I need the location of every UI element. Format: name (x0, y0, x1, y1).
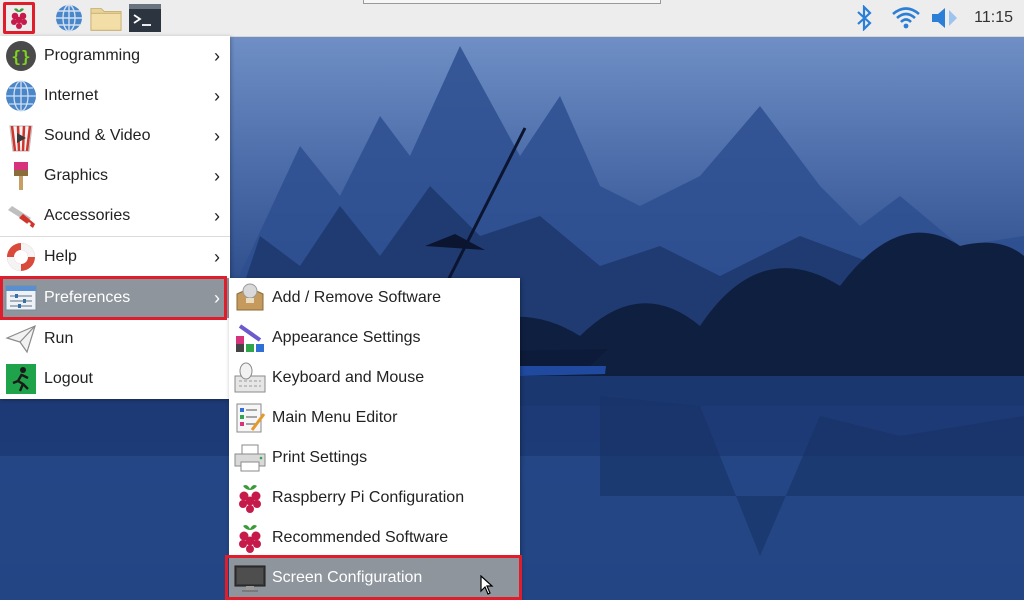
menu-editor-icon (236, 403, 266, 433)
submenu-item-appearance-settings[interactable]: Appearance Settings (229, 318, 520, 358)
graphics-brush-icon (14, 162, 28, 190)
bluetooth-icon (857, 5, 872, 31)
submenu-item-label: Add / Remove Software (272, 289, 441, 306)
run-paperplane-icon (5, 324, 36, 354)
menu-item-programming[interactable]: {} Programming › (0, 36, 230, 76)
menu-item-help[interactable]: Help › (0, 237, 230, 277)
submenu-item-label: Appearance Settings (272, 329, 421, 346)
submenu-item-screen-configuration[interactable]: Screen Configuration (229, 558, 520, 598)
terminal-button[interactable] (129, 2, 161, 34)
logout-exit-icon (6, 364, 36, 394)
svg-text:{}: {} (11, 47, 30, 66)
volume-icon (932, 8, 957, 28)
chevron-right-icon: › (214, 246, 220, 267)
submenu-item-main-menu-editor[interactable]: Main Menu Editor (229, 398, 520, 438)
submenu-item-label: Recommended Software (272, 529, 449, 546)
wifi-icon (892, 7, 920, 29)
taskbar-window-button[interactable] (363, 0, 661, 4)
submenu-item-label: Raspberry Pi Configuration (272, 489, 465, 506)
menu-item-label: Help (44, 248, 77, 265)
menu-item-label: Preferences (44, 289, 131, 306)
submenu-item-keyboard-and-mouse[interactable]: Keyboard and Mouse (229, 358, 520, 398)
menu-item-graphics[interactable]: Graphics › (0, 156, 230, 196)
menu-item-sound-video[interactable]: Sound & Video › (0, 116, 230, 156)
volume-button[interactable] (930, 0, 960, 36)
package-icon (236, 283, 264, 311)
web-browser-icon (56, 4, 82, 32)
menu-item-internet[interactable]: Internet › (0, 76, 230, 116)
preferences-icon (5, 285, 37, 311)
bluetooth-button[interactable] (853, 0, 875, 36)
file-manager-button[interactable] (90, 2, 122, 34)
raspberry-menu-button[interactable] (3, 2, 35, 34)
printer-icon (234, 444, 266, 472)
monitor-icon (234, 565, 266, 592)
menu-item-label: Run (44, 330, 74, 347)
internet-globe-icon (6, 80, 36, 112)
submenu-item-raspberry-pi-configuration[interactable]: Raspberry Pi Configuration (229, 478, 520, 518)
main-menu: {} Programming › Internet › Sound & Vide… (0, 36, 230, 399)
sound-video-icon (9, 125, 33, 152)
chevron-right-icon: › (214, 287, 220, 308)
chevron-right-icon: › (214, 85, 220, 106)
accessories-knife-icon (8, 206, 35, 228)
menu-item-preferences[interactable]: Preferences › (0, 278, 230, 318)
raspberry-menu-icon (11, 8, 27, 29)
menu-item-label: Internet (44, 87, 99, 104)
menu-item-run[interactable]: Run (0, 319, 230, 359)
wifi-button[interactable] (891, 0, 921, 36)
submenu-item-recommended-software[interactable]: Recommended Software (229, 518, 520, 558)
help-lifebuoy-icon (7, 243, 35, 271)
menu-item-label: Programming (44, 47, 141, 64)
submenu-item-label: Print Settings (272, 449, 368, 466)
menu-item-label: Accessories (44, 207, 131, 224)
menu-item-accessories[interactable]: Accessories › (0, 196, 230, 236)
chevron-right-icon: › (214, 125, 220, 146)
submenu-item-add-remove-software[interactable]: Add / Remove Software (229, 278, 520, 318)
clock[interactable]: 11:15 (974, 0, 1013, 36)
menu-item-label: Sound & Video (44, 127, 151, 144)
mouse-cursor-icon (480, 575, 494, 595)
chevron-right-icon: › (214, 165, 220, 186)
appearance-palette-icon (236, 324, 264, 352)
raspberry-icon (239, 525, 261, 553)
submenu-item-label: Screen Configuration (272, 569, 423, 586)
preferences-submenu: Add / Remove Software Appearance Setting… (229, 278, 520, 600)
web-browser-button[interactable] (53, 2, 85, 34)
submenu-item-label: Main Menu Editor (272, 409, 398, 426)
menu-item-logout[interactable]: Logout (0, 359, 230, 399)
chevron-right-icon: › (214, 45, 220, 66)
submenu-item-label: Keyboard and Mouse (272, 369, 425, 386)
programming-icon: {} (6, 41, 36, 71)
submenu-item-print-settings[interactable]: Print Settings (229, 438, 520, 478)
terminal-icon (129, 4, 161, 32)
raspberry-icon (239, 485, 261, 513)
keyboard-mouse-icon (234, 362, 266, 393)
menu-item-label: Logout (44, 370, 93, 387)
taskbar: 11:15 (0, 0, 1024, 37)
chevron-right-icon: › (214, 205, 220, 226)
file-manager-icon (90, 8, 122, 31)
menu-item-label: Graphics (44, 167, 109, 184)
